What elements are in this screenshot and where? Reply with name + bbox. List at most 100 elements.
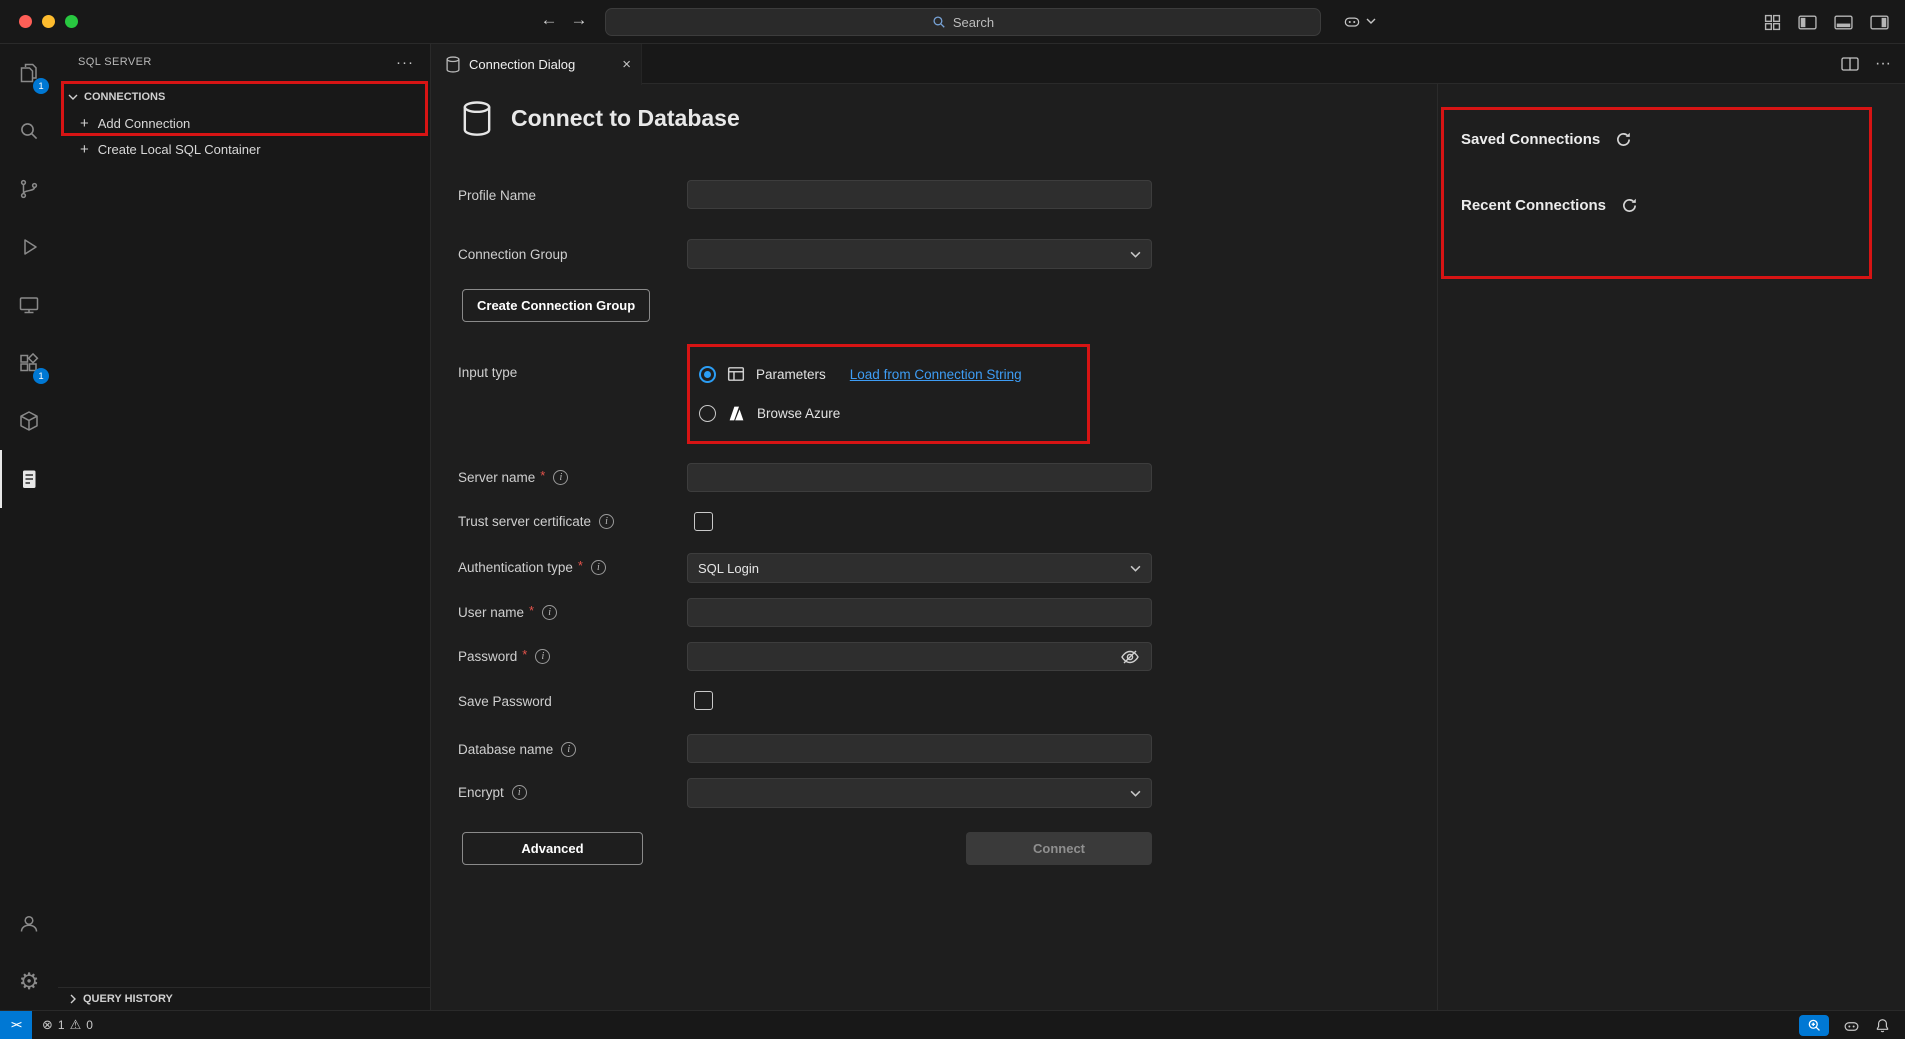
notifications-bell-icon[interactable]	[1874, 1017, 1891, 1034]
parameters-icon	[727, 365, 745, 383]
settings-button[interactable]: ⚙	[0, 952, 58, 1010]
input-type-label: Input type	[458, 362, 517, 382]
server-name-input[interactable]	[687, 463, 1152, 492]
query-history-section-header[interactable]: QUERY HISTORY	[58, 987, 430, 1010]
sidebar-item-containers[interactable]	[0, 392, 58, 450]
required-marker: *	[529, 603, 534, 618]
search-placeholder: Search	[953, 15, 994, 30]
parameters-radio-label[interactable]: Parameters	[756, 367, 826, 382]
chevron-down-icon	[1366, 18, 1376, 24]
authentication-type-select[interactable]: SQL Login	[687, 553, 1152, 583]
toggle-password-visibility-button[interactable]	[1120, 647, 1140, 667]
git-branch-icon	[17, 177, 41, 201]
connections-browser-panel: Saved Connections Recent Connections	[1437, 84, 1905, 1010]
toggle-secondary-sidebar-icon[interactable]	[1870, 15, 1889, 30]
copilot-icon	[1342, 11, 1362, 31]
authentication-type-value: SQL Login	[698, 561, 759, 576]
warning-count: 0	[86, 1018, 93, 1032]
azure-icon	[727, 404, 746, 423]
encrypt-select[interactable]	[687, 778, 1152, 808]
recent-connections-header: Recent Connections	[1461, 197, 1606, 214]
plus-icon: +	[80, 115, 89, 132]
chevron-down-icon	[1130, 251, 1141, 258]
tab-connection-dialog[interactable]: Connection Dialog ×	[431, 44, 642, 85]
sidebar-item-source-control[interactable]	[0, 160, 58, 218]
database-name-label: Database name i	[458, 739, 576, 759]
sql-server-icon	[17, 467, 41, 491]
info-icon[interactable]: i	[512, 785, 527, 800]
required-marker: *	[522, 647, 527, 662]
zoom-in-icon	[1807, 1018, 1822, 1033]
parameters-radio[interactable]	[699, 366, 716, 383]
toggle-primary-sidebar-icon[interactable]	[1798, 15, 1817, 30]
database-name-input[interactable]	[687, 734, 1152, 763]
connection-group-select[interactable]	[687, 239, 1152, 269]
required-marker: *	[540, 468, 545, 483]
info-icon[interactable]: i	[599, 514, 614, 529]
package-icon	[17, 409, 41, 433]
window-controls	[19, 15, 78, 28]
toggle-panel-icon[interactable]	[1834, 15, 1853, 30]
problems-status-item[interactable]: ⊗ 1 ⚠ 0	[42, 1017, 93, 1033]
create-local-sql-container-label: Create Local SQL Container	[98, 142, 261, 157]
minimize-window-button[interactable]	[42, 15, 55, 28]
sidebar-item-run-debug[interactable]	[0, 218, 58, 276]
database-icon	[460, 100, 494, 137]
save-password-checkbox[interactable]	[694, 691, 713, 710]
search-icon	[17, 119, 41, 143]
sidebar-item-extensions[interactable]: 1	[0, 334, 58, 392]
info-icon[interactable]: i	[542, 605, 557, 620]
sidebar-more-actions-button[interactable]: ···	[396, 54, 414, 71]
refresh-icon[interactable]	[1621, 197, 1638, 214]
add-connection-item[interactable]: + Add Connection	[58, 110, 430, 136]
user-name-input[interactable]	[687, 598, 1152, 627]
vscode-window: ← → Search 1	[0, 0, 1905, 1039]
split-editor-icon[interactable]	[1841, 57, 1859, 71]
create-connection-group-button[interactable]: Create Connection Group	[462, 289, 650, 322]
connection-group-label: Connection Group	[458, 244, 568, 264]
command-center-search[interactable]: Search	[605, 8, 1321, 36]
editor-more-actions-button[interactable]: ···	[1875, 55, 1891, 73]
info-icon[interactable]: i	[591, 560, 606, 575]
explorer-badge: 1	[33, 78, 49, 94]
extensions-badge: 1	[33, 368, 49, 384]
back-button[interactable]: ←	[537, 10, 561, 30]
trust-server-certificate-checkbox[interactable]	[694, 512, 713, 531]
info-icon[interactable]: i	[535, 649, 550, 664]
maximize-window-button[interactable]	[65, 15, 78, 28]
close-window-button[interactable]	[19, 15, 32, 28]
page-title: Connect to Database	[511, 105, 740, 132]
status-bar: >< ⊗ 1 ⚠ 0	[0, 1010, 1905, 1039]
zoom-status-button[interactable]	[1799, 1015, 1829, 1036]
connections-section-header[interactable]: CONNECTIONS	[58, 84, 430, 110]
password-input[interactable]	[687, 642, 1152, 671]
connect-button[interactable]: Connect	[966, 832, 1152, 865]
browse-azure-radio-label[interactable]: Browse Azure	[757, 406, 840, 421]
sidebar-item-remote-explorer[interactable]	[0, 276, 58, 334]
error-count: 1	[58, 1018, 65, 1032]
profile-name-input[interactable]	[687, 180, 1152, 209]
run-debug-icon	[17, 235, 41, 259]
copilot-status-icon[interactable]	[1842, 1016, 1861, 1035]
connections-section-label: CONNECTIONS	[84, 91, 165, 103]
forward-button[interactable]: →	[567, 10, 591, 30]
sidebar-item-search[interactable]	[0, 102, 58, 160]
close-tab-icon[interactable]: ×	[622, 56, 631, 73]
sidebar-item-sql-server[interactable]	[0, 450, 58, 508]
refresh-icon[interactable]	[1615, 131, 1632, 148]
remote-indicator[interactable]: ><	[0, 1011, 32, 1039]
load-from-connection-string-link[interactable]: Load from Connection String	[850, 367, 1022, 382]
info-icon[interactable]: i	[561, 742, 576, 757]
create-local-sql-container-item[interactable]: + Create Local SQL Container	[58, 136, 430, 162]
browse-azure-radio[interactable]	[699, 405, 716, 422]
copilot-menu-button[interactable]	[1342, 11, 1376, 31]
activity-bar: 1 1 ⚙	[0, 44, 58, 1010]
accounts-button[interactable]	[0, 894, 58, 952]
advanced-button[interactable]: Advanced	[462, 832, 643, 865]
vm-icon	[17, 293, 41, 317]
customize-layout-icon[interactable]	[1764, 14, 1781, 31]
info-icon[interactable]: i	[553, 470, 568, 485]
user-name-label: User name * i	[458, 602, 557, 622]
sidebar-item-explorer[interactable]: 1	[0, 44, 58, 102]
chevron-right-icon	[70, 994, 76, 1004]
